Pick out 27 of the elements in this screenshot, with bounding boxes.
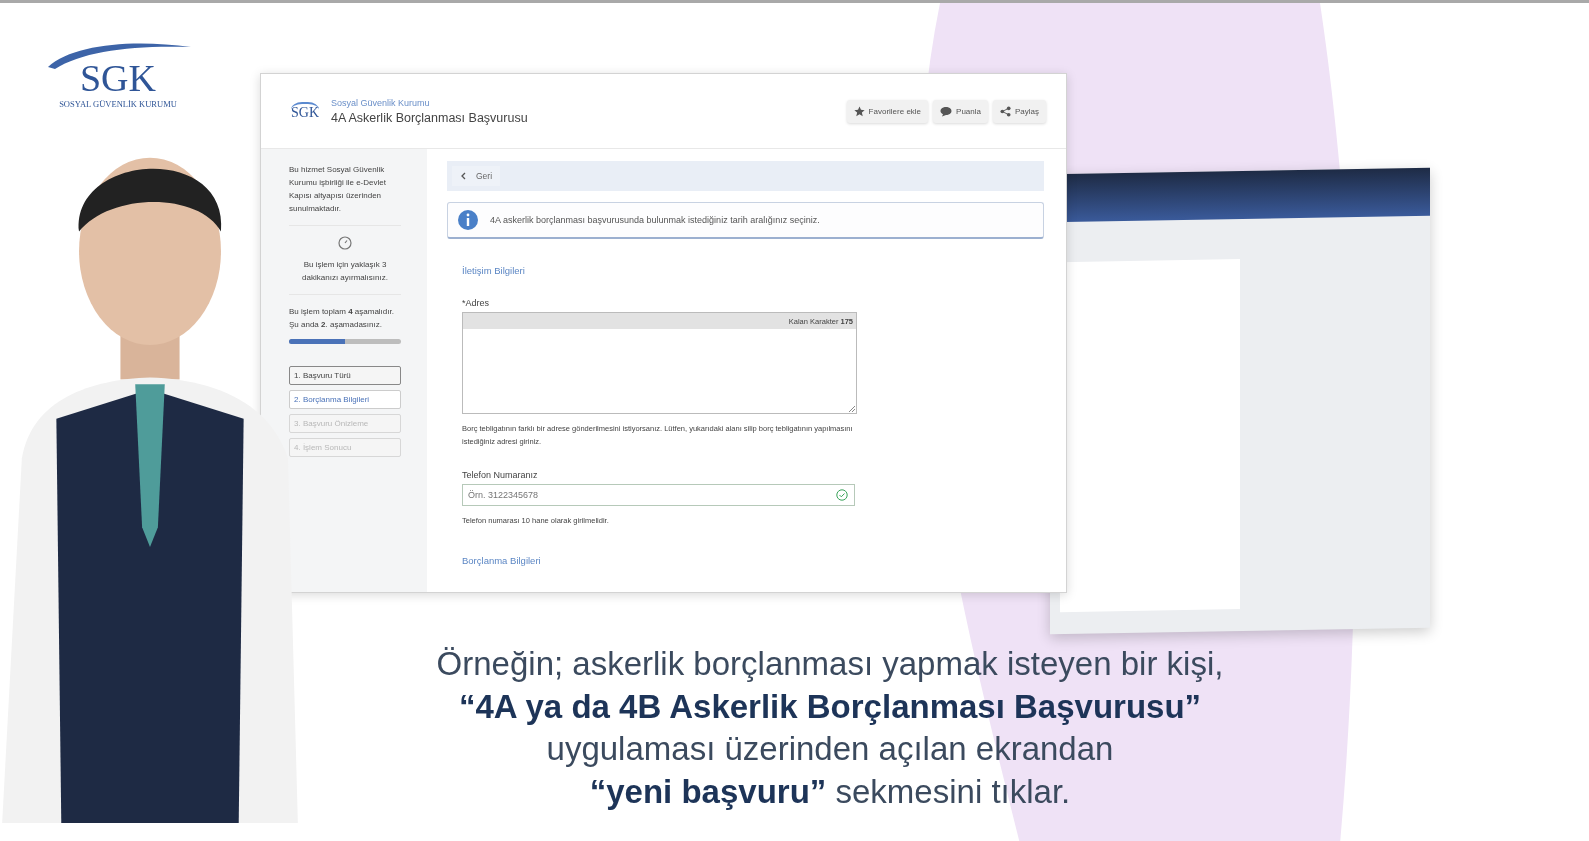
section-heading: Borçlanma Bilgileri: [462, 555, 542, 566]
step-item[interactable]: 2. Borçlanma Bilgileri: [289, 390, 401, 409]
back-button[interactable]: Geri: [452, 166, 501, 186]
field-label: Telefon Numaranız: [462, 470, 539, 480]
share-icon: [1000, 105, 1011, 117]
caption-text: Örneğin; askerlik borçlanması yapmak isteyen bir kişi, “4A ya da 4B Askerlik Borçlanması Başvurusu” uygulaması üzerinden açılan ekrandan “yeni başvuru” sekmesini tıklar.: [435, 644, 1225, 812]
phone-input-field[interactable]: Örn. 3122345678: [462, 484, 855, 506]
favorite-button[interactable]: Favorilere ekle: [846, 99, 929, 123]
sgk-logo: SGK SOSYAL GÜVENLİK KURUMU: [42, 39, 194, 109]
section-heading: İletişim Bilgileri: [462, 265, 526, 276]
page-title: 4A Askerlik Borçlanması Başvurusu: [331, 110, 529, 125]
info-message: 4A askerlik borçlanması başvurusunda bulunmak istediğiniz tarih aralığınız seçiniz.: [490, 215, 820, 225]
speech-bubble-icon: [940, 105, 953, 117]
service-info-text: Bu hizmet Sosyal Güvenlik Kurumu işbirliği ile e-Devlet Kapısı altyapısı üzerinden sunulmaktadır.: [289, 164, 387, 215]
sgk-logo: SGK: [291, 101, 319, 121]
info-icon: [458, 210, 478, 230]
share-button[interactable]: Paylaş: [993, 99, 1046, 123]
chevron-left-icon: [460, 172, 466, 180]
star-icon: [853, 105, 865, 117]
organization-name: Sosyal Güvenlik Kurumu: [331, 97, 431, 108]
field-label: *Adres: [462, 298, 490, 308]
clock-icon: [338, 236, 352, 250]
step-item[interactable]: 1. Başvuru Türü: [289, 366, 401, 385]
resize-grip-icon: [848, 405, 855, 412]
progress-text: Bu işlem toplam 4 aşamalıdır. Şu anda 2. aşamadasınız.: [289, 306, 395, 331]
time-estimate-text: Bu işlem için yaklaşık 3 dakikanızı ayırmalısınız.: [301, 259, 389, 284]
rate-button[interactable]: Puanla: [933, 99, 988, 123]
